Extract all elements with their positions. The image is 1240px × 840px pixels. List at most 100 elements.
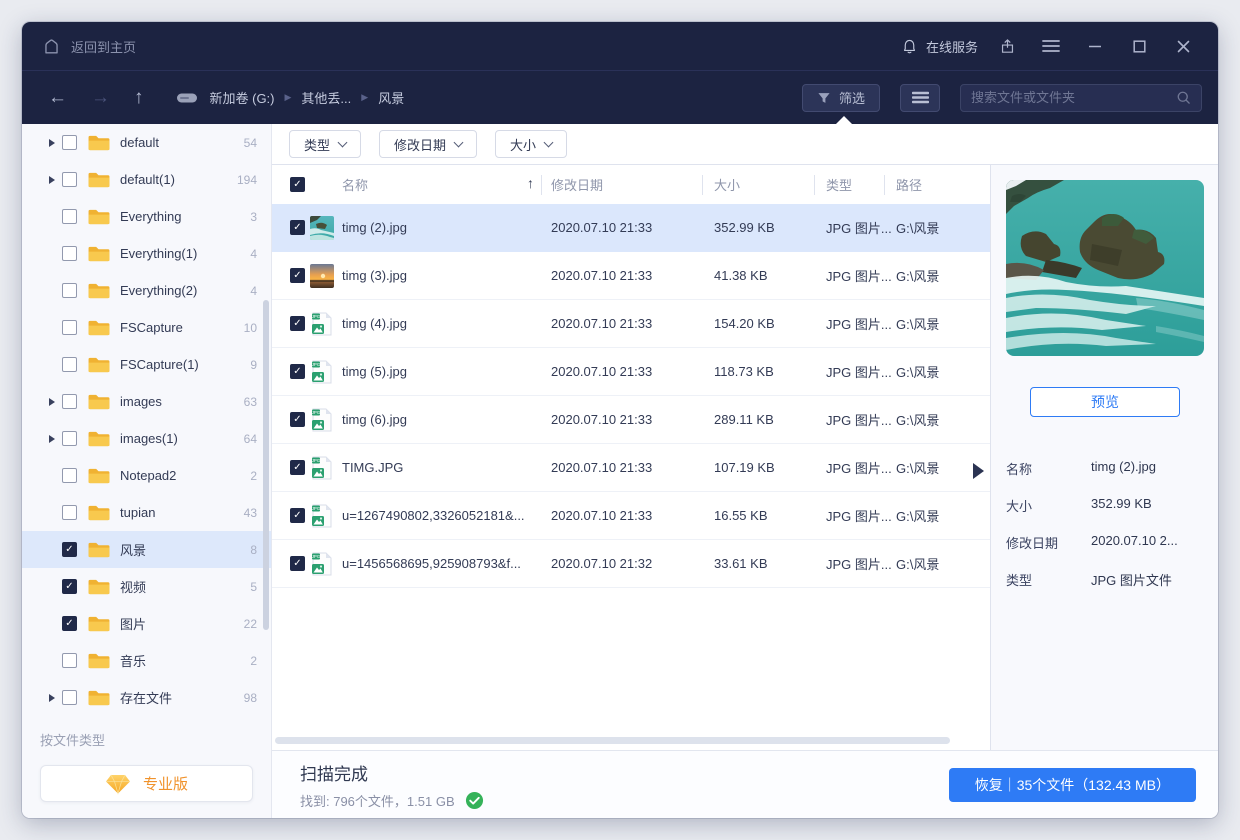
column-header-path[interactable]: 路径 [896,175,960,194]
back-to-home-button[interactable]: 返回到主页 [42,37,136,56]
menu-button[interactable] [1036,31,1066,61]
table-row[interactable]: timg (2).jpg 2020.07.10 21:33 352.99 KB … [272,204,990,252]
column-header-name[interactable]: 名称 [342,175,368,194]
folder-checkbox[interactable] [62,246,77,261]
maximize-button[interactable] [1124,31,1154,61]
row-checkbox[interactable] [290,220,305,235]
recover-button[interactable]: 恢复｜35个文件（132.43 MB） [948,767,1196,802]
breadcrumb-item-drive[interactable]: 新加卷 (G:) [210,88,275,107]
list-view-icon [911,91,929,104]
expand-arrow-icon[interactable] [49,138,55,147]
folder-checkbox[interactable] [62,616,77,631]
table-row[interactable]: timg (4).jpg 2020.07.10 21:33 154.20 KB … [272,300,990,348]
folder-checkbox[interactable] [62,468,77,483]
image-thumbnail [310,215,334,240]
sidebar-item-everything2[interactable]: Everything(2) 4 [22,272,271,309]
sidebar-item-images[interactable]: images 63 [22,383,271,420]
row-path: G:\风景 [896,557,940,572]
filter-chip-size[interactable]: 大小 [495,130,568,158]
row-checkbox[interactable] [290,316,305,331]
sidebar-item-tupian-cn[interactable]: 图片 22 [22,605,271,642]
row-type: JPG 图片... [826,317,892,332]
table-row[interactable]: timg (5).jpg 2020.07.10 21:33 118.73 KB … [272,348,990,396]
minimize-button[interactable] [1080,31,1110,61]
sidebar-item-yinyue[interactable]: 音乐 2 [22,642,271,679]
breadcrumb-item-current[interactable]: 风景 [378,88,404,107]
folder-checkbox[interactable] [62,209,77,224]
sidebar-item-fscapture1[interactable]: FSCapture(1) 9 [22,346,271,383]
close-button[interactable] [1168,31,1198,61]
expand-arrow-icon[interactable] [49,434,55,443]
row-path: G:\风景 [896,509,940,524]
folder-checkbox[interactable] [62,135,77,150]
sidebar-item-notepad2[interactable]: Notepad2 2 [22,457,271,494]
column-header-type[interactable]: 类型 [826,175,896,194]
table-row[interactable]: timg (3).jpg 2020.07.10 21:33 41.38 KB J… [272,252,990,300]
sidebar-item-default[interactable]: default 54 [22,124,271,161]
row-checkbox[interactable] [290,268,305,283]
view-options-button[interactable] [900,83,940,112]
folder-checkbox[interactable] [62,579,77,594]
pro-version-button[interactable]: 专业版 [40,765,253,802]
by-file-type-link[interactable]: 按文件类型 [22,716,271,749]
folder-checkbox[interactable] [62,431,77,446]
row-checkbox[interactable] [290,412,305,427]
select-all-checkbox[interactable] [290,177,305,192]
column-header-size[interactable]: 大小 [714,175,826,194]
sidebar-item-fscapture[interactable]: FSCapture 10 [22,309,271,346]
horizontal-scrollbar[interactable] [275,737,950,744]
folder-sidebar: default 54 default(1) 194 Everything 3 E… [22,124,272,818]
row-checkbox[interactable] [290,508,305,523]
folder-icon [88,431,110,447]
funnel-icon [818,92,830,103]
sidebar-item-shipin[interactable]: 视频 5 [22,568,271,605]
sidebar-item-tupian[interactable]: tupian 43 [22,494,271,531]
row-checkbox[interactable] [290,364,305,379]
table-row[interactable]: u=1267490802,3326052181&... 2020.07.10 2… [272,492,990,540]
online-service-button[interactable]: 在线服务 [901,37,978,56]
sidebar-item-everything1[interactable]: Everything(1) 4 [22,235,271,272]
sidebar-item-default1[interactable]: default(1) 194 [22,161,271,198]
folder-checkbox[interactable] [62,653,77,668]
filter-chip-date[interactable]: 修改日期 [379,130,478,158]
expand-arrow-icon[interactable] [49,175,55,184]
folder-checkbox[interactable] [62,172,77,187]
back-to-home-label: 返回到主页 [71,39,137,55]
breadcrumb-item-parent[interactable]: 其他丢... [301,88,351,107]
folder-checkbox[interactable] [62,357,77,372]
panel-collapse-arrow[interactable] [973,463,984,479]
row-checkbox[interactable] [290,460,305,475]
share-button[interactable] [992,31,1022,61]
folder-checkbox[interactable] [62,394,77,409]
sidebar-item-fengjing[interactable]: 风景 8 [22,531,271,568]
column-header-date[interactable]: 修改日期 [551,175,714,194]
sidebar-scrollbar[interactable] [263,300,269,630]
row-size: 16.55 KB [714,508,768,523]
image-thumbnail [310,263,334,288]
up-arrow-button[interactable]: ↑ [134,88,144,107]
folder-checkbox[interactable] [62,320,77,335]
folder-checkbox[interactable] [62,283,77,298]
sidebar-item-cunzaiwenjian[interactable]: 存在文件 98 [22,679,271,716]
filter-button[interactable]: 筛选 [801,83,880,112]
preview-button[interactable]: 预览 [1030,387,1180,417]
back-arrow-button[interactable]: ← [48,88,67,107]
search-input[interactable] [971,90,1176,105]
table-row[interactable]: u=1456568695,925908793&f... 2020.07.10 2… [272,540,990,588]
sort-ascending-icon[interactable]: ↑ [527,175,534,191]
folder-checkbox[interactable] [62,505,77,520]
table-row[interactable]: timg (6).jpg 2020.07.10 21:33 289.11 KB … [272,396,990,444]
folder-checkbox[interactable] [62,542,77,557]
filter-chip-type[interactable]: 类型 [289,130,362,158]
folder-checkbox[interactable] [62,690,77,705]
row-checkbox[interactable] [290,556,305,571]
expand-arrow-icon[interactable] [49,693,55,702]
sidebar-item-images1[interactable]: images(1) 64 [22,420,271,457]
expand-arrow-icon[interactable] [49,397,55,406]
table-row[interactable]: TIMG.JPG 2020.07.10 21:33 107.19 KB JPG … [272,444,990,492]
file-count: 194 [236,172,257,187]
file-count: 9 [250,357,257,372]
chevron-down-icon [337,137,348,147]
forward-arrow-button[interactable]: → [91,88,110,107]
sidebar-item-everything[interactable]: Everything 3 [22,198,271,235]
